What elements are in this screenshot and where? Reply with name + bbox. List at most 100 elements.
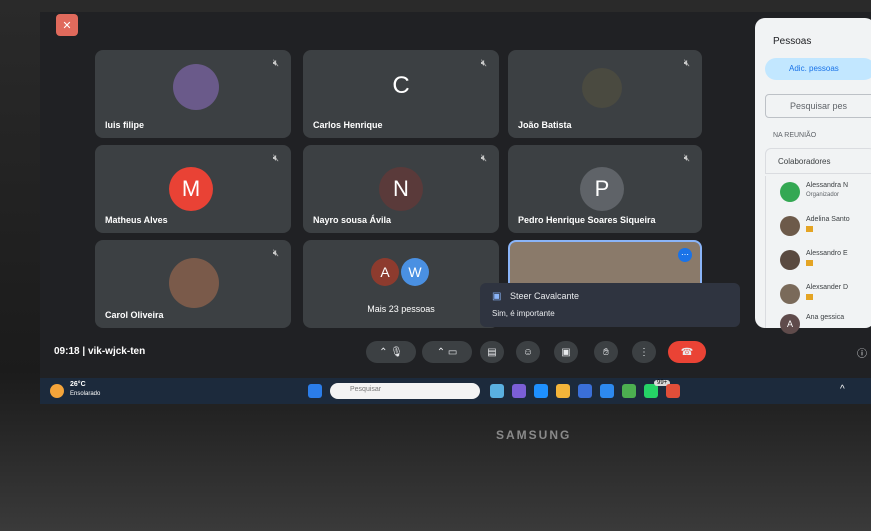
mic-off-icon: 🔇︎ bbox=[683, 153, 690, 164]
person-role: Organizador bbox=[806, 192, 840, 198]
participant-name: Pedro Henrique Soares Siqueira bbox=[518, 215, 656, 225]
weather-icon bbox=[50, 384, 64, 398]
edge-icon[interactable] bbox=[534, 384, 548, 398]
participant-tile[interactable]: 🔇︎ C Carlos Henrique bbox=[303, 50, 499, 138]
collaborators-group[interactable]: Colaboradores bbox=[765, 148, 871, 174]
participant-name: Matheus Alves bbox=[105, 215, 168, 225]
participant-tile[interactable]: 🔇︎ M Matheus Alves bbox=[95, 145, 291, 233]
emoji-button[interactable]: ☺ bbox=[516, 341, 540, 363]
chat-sender: Steer Cavalcante bbox=[510, 291, 580, 301]
participant-name: Carlos Henrique bbox=[313, 120, 383, 130]
photo-background: ✕ 🔇︎ luis filipe 🔇︎ C Carlos Henrique 🔇︎… bbox=[0, 0, 871, 531]
participant-name: Nayro sousa Ávila bbox=[313, 215, 392, 225]
tag-icon bbox=[806, 294, 813, 300]
mic-off-icon: 🔇︎ bbox=[272, 248, 279, 259]
present-icon: ▣ bbox=[561, 346, 571, 358]
avatar: A bbox=[371, 258, 399, 286]
list-item[interactable]: Adelina Santo bbox=[765, 210, 871, 244]
avatar bbox=[173, 64, 219, 110]
mic-off-icon: 🔇︎ bbox=[272, 58, 279, 69]
windows-start-icon[interactable] bbox=[308, 384, 322, 398]
weather-temp: 26°C bbox=[70, 381, 86, 388]
list-item[interactable]: Alexsander D bbox=[765, 278, 871, 312]
section-label: NA REUNIÃO bbox=[773, 132, 817, 139]
avatar: C bbox=[392, 72, 410, 99]
teams-icon[interactable] bbox=[512, 384, 526, 398]
camera-button[interactable]: ⌃ ▭ bbox=[422, 341, 472, 363]
participant-tile[interactable]: 🔇︎ N Nayro sousa Ávila bbox=[303, 145, 499, 233]
info-button[interactable]: ⓘ bbox=[852, 341, 871, 363]
avatar bbox=[169, 258, 219, 308]
emoji-icon: ☺ bbox=[522, 346, 534, 358]
participant-tile[interactable]: 🔇︎ João Batista bbox=[508, 50, 702, 138]
taskbar: 26°C Ensolarado Pesquisar 99+ ^ bbox=[40, 378, 871, 404]
info-icon: ⓘ bbox=[857, 348, 867, 360]
chevron-up-icon: ⌃ bbox=[436, 346, 446, 358]
tag-icon bbox=[806, 260, 813, 266]
avatar: N bbox=[379, 167, 423, 211]
chat-message: Sim, é importante bbox=[492, 309, 555, 318]
list-item[interactable]: A Ana gessica bbox=[765, 308, 871, 334]
avatar: M bbox=[169, 167, 213, 211]
phone-hangup-icon: ☎ bbox=[680, 346, 694, 358]
mic-off-icon: 🔇︎ bbox=[480, 58, 487, 69]
avatar bbox=[780, 250, 800, 270]
whatsapp-icon[interactable] bbox=[644, 384, 658, 398]
chevron-up-icon[interactable]: ^ bbox=[840, 384, 845, 395]
captions-button[interactable]: ▤ bbox=[480, 341, 504, 363]
more-vert-icon: ⋮ bbox=[639, 346, 649, 358]
avatar bbox=[780, 216, 800, 236]
mic-off-icon: 🔇︎ bbox=[480, 153, 487, 164]
person-name: Alessandra N bbox=[806, 182, 849, 189]
person-name: Ana gessica bbox=[806, 314, 845, 321]
panel-title: Pessoas bbox=[773, 36, 812, 47]
mic-button[interactable]: ⌃ 🎙︎ bbox=[366, 341, 416, 363]
more-options-icon[interactable]: ⋯ bbox=[678, 248, 692, 262]
hand-icon: ✋︎ bbox=[603, 346, 609, 358]
app-icon[interactable] bbox=[666, 384, 680, 398]
avatar: W bbox=[401, 258, 429, 286]
more-options-button[interactable]: ⋮ bbox=[632, 341, 656, 363]
more-people-tile[interactable]: A W Mais 23 pessoas bbox=[303, 240, 499, 328]
participant-tile[interactable]: 🔇︎ luis filipe bbox=[95, 50, 291, 138]
chrome-icon[interactable] bbox=[622, 384, 636, 398]
participant-name: Carol Oliveira bbox=[105, 310, 164, 320]
weather-desc: Ensolarado bbox=[70, 391, 101, 397]
participant-tile[interactable]: 🔇︎ P Pedro Henrique Soares Siqueira bbox=[508, 145, 702, 233]
tag-icon bbox=[806, 226, 813, 232]
present-button[interactable]: ▣ bbox=[554, 341, 578, 363]
task-view-icon[interactable] bbox=[490, 384, 504, 398]
avatar bbox=[780, 284, 800, 304]
participant-tile[interactable]: 🔇︎ Carol Oliveira bbox=[95, 240, 291, 328]
control-bar: 09:18 | vik-wjck-ten ⌃ 🎙︎ ⌃ ▭ ▤ ☺ ▣ ✋︎ ⋮… bbox=[40, 336, 871, 370]
mic-off-icon: 🔇︎ bbox=[272, 153, 279, 164]
mic-off-icon: 🔇︎ bbox=[683, 58, 690, 69]
recording-badge: ✕ bbox=[56, 14, 78, 36]
list-item[interactable]: Alessandra N Organizador bbox=[765, 176, 871, 210]
chat-icon: ▣ bbox=[492, 291, 502, 302]
captions-icon: ▤ bbox=[487, 346, 497, 358]
people-search-input[interactable]: Pesquisar pes bbox=[765, 94, 871, 118]
mail-icon[interactable] bbox=[600, 384, 614, 398]
laptop-screen: ✕ 🔇︎ luis filipe 🔇︎ C Carlos Henrique 🔇︎… bbox=[40, 12, 871, 404]
person-name: Adelina Santo bbox=[806, 216, 850, 223]
chevron-up-icon: ⌃ bbox=[379, 346, 388, 358]
camera-icon: ▭ bbox=[447, 346, 458, 358]
mic-icon: 🎙︎ bbox=[390, 346, 403, 358]
avatar: A bbox=[780, 314, 800, 334]
participant-name: João Batista bbox=[518, 120, 572, 130]
list-item[interactable]: Alessandro E bbox=[765, 244, 871, 278]
raise-hand-button[interactable]: ✋︎ bbox=[594, 341, 618, 363]
file-explorer-icon[interactable] bbox=[556, 384, 570, 398]
add-people-button[interactable]: Adic. pessoas bbox=[765, 58, 871, 80]
store-icon[interactable] bbox=[578, 384, 592, 398]
people-panel: Pessoas Adic. pessoas Pesquisar pes NA R… bbox=[755, 18, 871, 334]
person-name: Alexsander D bbox=[806, 284, 849, 291]
taskbar-search[interactable]: Pesquisar bbox=[330, 383, 480, 399]
avatar bbox=[780, 182, 800, 202]
chat-notification[interactable]: ▣ Steer Cavalcante Sim, é importante bbox=[480, 283, 740, 327]
meeting-info: 09:18 | vik-wjck-ten bbox=[54, 346, 146, 357]
avatar bbox=[582, 68, 622, 108]
person-name: Alessandro E bbox=[806, 250, 848, 257]
end-call-button[interactable]: ☎ bbox=[668, 341, 706, 363]
